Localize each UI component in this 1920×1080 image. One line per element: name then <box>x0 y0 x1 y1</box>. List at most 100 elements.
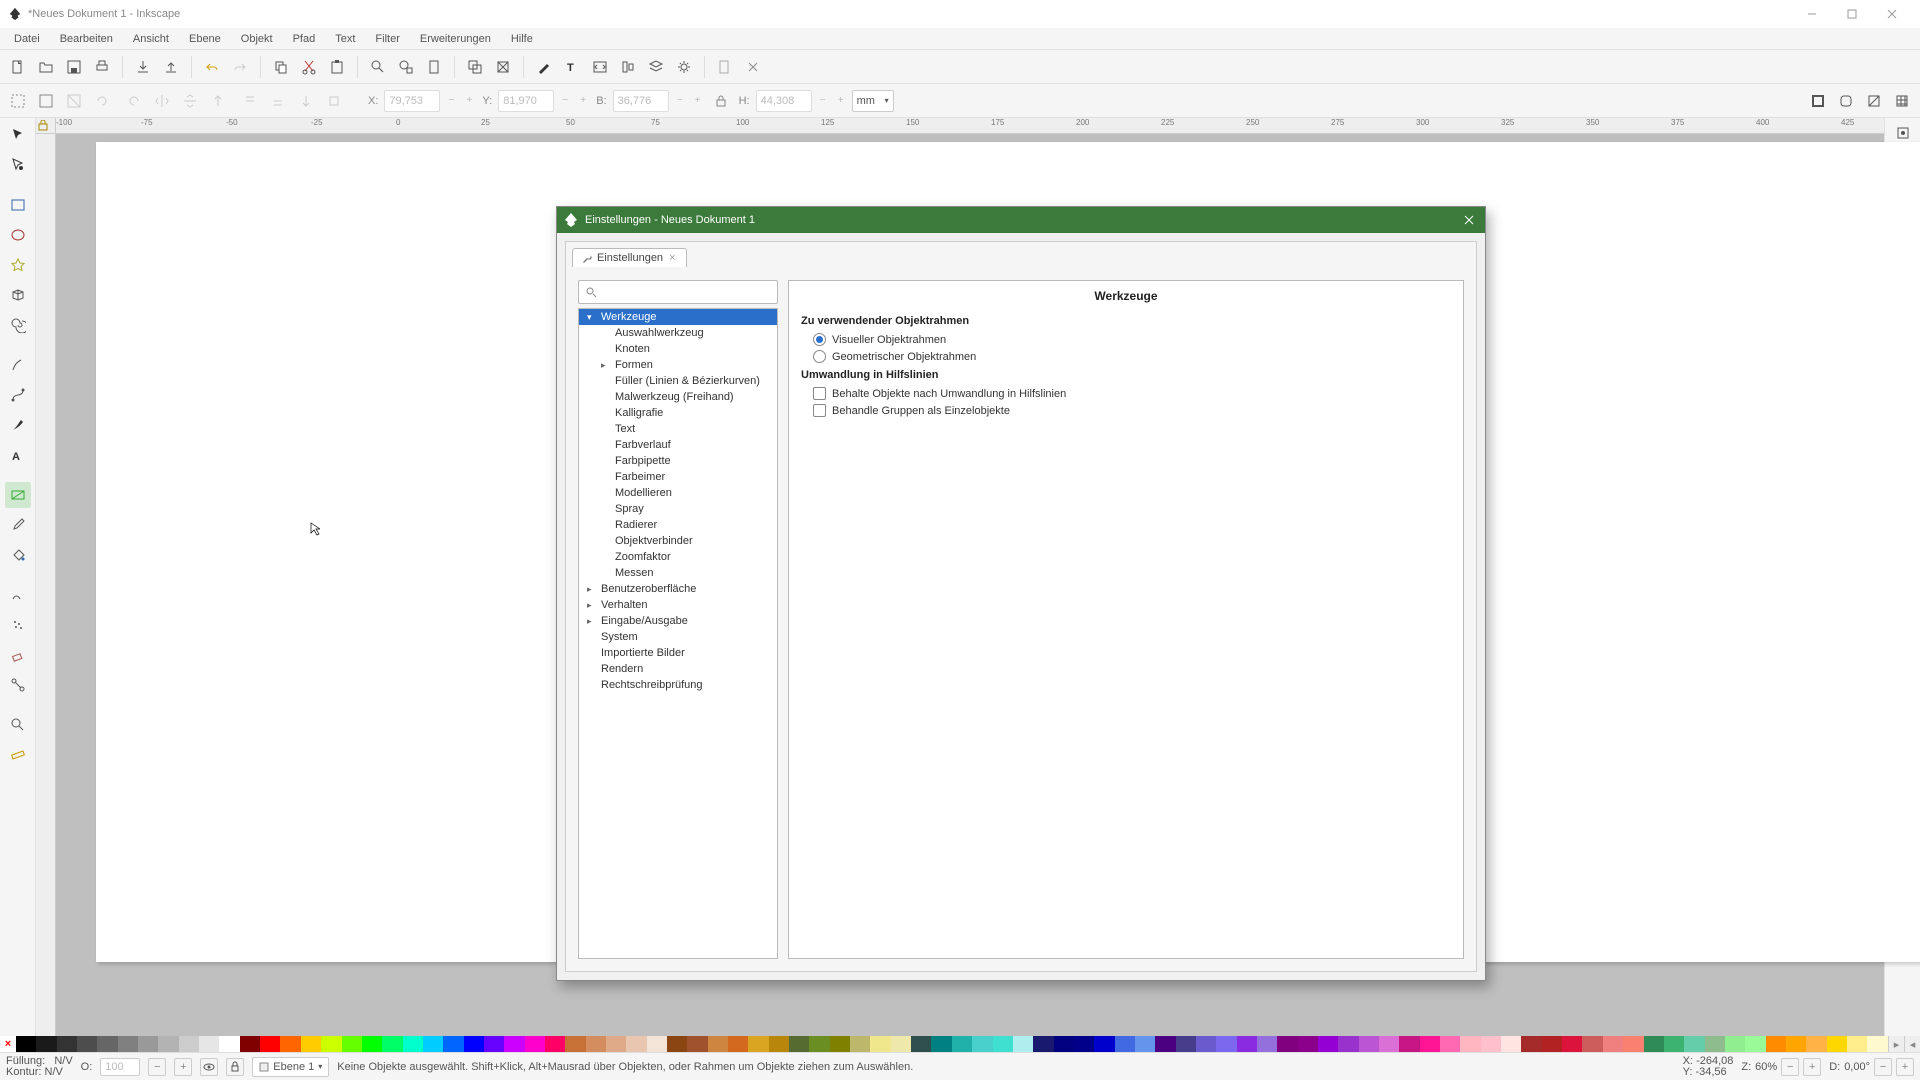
tree-messen[interactable]: Messen <box>579 565 777 581</box>
text-button[interactable]: T <box>560 55 584 79</box>
x-inc[interactable]: + <box>462 90 476 112</box>
palette-swatch[interactable] <box>891 1036 911 1052</box>
visibility-button[interactable] <box>200 1058 218 1076</box>
palette-swatch[interactable] <box>1094 1036 1114 1052</box>
vertical-ruler[interactable] <box>36 134 56 1036</box>
palette-swatch[interactable] <box>769 1036 789 1052</box>
doc-props-button[interactable] <box>713 55 737 79</box>
menu-objekt[interactable]: Objekt <box>231 31 283 47</box>
palette-swatch[interactable] <box>1277 1036 1297 1052</box>
palette-swatch[interactable] <box>972 1036 992 1052</box>
zoom-page-button[interactable] <box>422 55 446 79</box>
palette-swatch[interactable] <box>1705 1036 1725 1052</box>
calligraphy-tool[interactable] <box>5 412 31 438</box>
palette-swatch[interactable] <box>342 1036 362 1052</box>
palette-swatch[interactable] <box>1847 1036 1867 1052</box>
palette-swatch[interactable] <box>1257 1036 1277 1052</box>
y-dec[interactable]: − <box>558 90 572 112</box>
option-behalte[interactable]: Behalte Objekte nach Umwandlung in Hilfs… <box>801 385 1451 402</box>
tree-modellieren[interactable]: Modellieren <box>579 485 777 501</box>
dialog-tab-einstellungen[interactable]: Einstellungen × <box>572 248 687 267</box>
palette-swatch[interactable] <box>993 1036 1013 1052</box>
tree-fueller[interactable]: Füller (Linien & Bézierkurven) <box>579 373 777 389</box>
palette-swatch[interactable] <box>1135 1036 1155 1052</box>
palette-menu-button[interactable]: ◂ <box>1904 1036 1920 1052</box>
check-behalte[interactable] <box>813 387 826 400</box>
bezier-tool[interactable] <box>5 382 31 408</box>
star-tool[interactable] <box>5 252 31 278</box>
node-tool[interactable] <box>5 152 31 178</box>
palette-swatch[interactable] <box>484 1036 504 1052</box>
palette-swatch[interactable] <box>301 1036 321 1052</box>
palette-swatch[interactable] <box>1867 1036 1887 1052</box>
palette-swatch[interactable] <box>504 1036 524 1052</box>
palette-swatch[interactable] <box>1298 1036 1318 1052</box>
palette-swatch[interactable] <box>647 1036 667 1052</box>
palette-swatch[interactable] <box>606 1036 626 1052</box>
x-dec[interactable]: − <box>444 90 458 112</box>
palette-swatch[interactable] <box>565 1036 585 1052</box>
layer-select[interactable]: Ebene 1 ▾ <box>252 1057 329 1077</box>
zoom-in-button[interactable]: + <box>1803 1058 1821 1076</box>
bucket-tool[interactable] <box>5 542 31 568</box>
duplicate-button[interactable] <box>463 55 487 79</box>
snap-enable-button[interactable] <box>1890 122 1916 144</box>
palette-swatch[interactable] <box>464 1036 484 1052</box>
palette-swatch[interactable] <box>1216 1036 1236 1052</box>
lock-ratio-button[interactable] <box>709 89 733 113</box>
tree-rendern[interactable]: Rendern <box>579 661 777 677</box>
h-input[interactable]: 44,308 <box>756 90 812 112</box>
palette-swatch[interactable] <box>1115 1036 1135 1052</box>
prefs-button[interactable] <box>672 55 696 79</box>
tree-verhalten[interactable]: Verhalten <box>579 597 777 613</box>
tree-malwerkzeug[interactable]: Malwerkzeug (Freihand) <box>579 389 777 405</box>
redo-button[interactable] <box>228 55 252 79</box>
menu-pfad[interactable]: Pfad <box>283 31 326 47</box>
lock-layer-button[interactable] <box>226 1058 244 1076</box>
maximize-button[interactable] <box>1832 3 1872 25</box>
palette-swatch[interactable] <box>626 1036 646 1052</box>
option-visueller[interactable]: Visueller Objektrahmen <box>801 331 1451 348</box>
tree-system[interactable]: System <box>579 629 777 645</box>
palette-swatch[interactable] <box>708 1036 728 1052</box>
palette-swatch[interactable] <box>586 1036 606 1052</box>
palette-swatch[interactable] <box>1542 1036 1562 1052</box>
palette-swatch[interactable] <box>77 1036 97 1052</box>
3dbox-tool[interactable] <box>5 282 31 308</box>
zoom-out-button[interactable]: − <box>1781 1058 1799 1076</box>
palette-swatch[interactable] <box>525 1036 545 1052</box>
ruler-corner[interactable] <box>36 118 56 134</box>
palette-swatch[interactable] <box>809 1036 829 1052</box>
raise-button[interactable] <box>238 89 262 113</box>
cut-button[interactable] <box>297 55 321 79</box>
rotate-inc-button[interactable]: + <box>1896 1058 1914 1076</box>
palette-swatch[interactable] <box>830 1036 850 1052</box>
palette-swatch[interactable] <box>57 1036 77 1052</box>
palette-swatch[interactable] <box>545 1036 565 1052</box>
tree-benutzer[interactable]: Benutzeroberfläche <box>579 581 777 597</box>
palette-swatch[interactable] <box>1420 1036 1440 1052</box>
palette-swatch[interactable] <box>1725 1036 1745 1052</box>
palette-none-swatch[interactable]: × <box>0 1036 16 1052</box>
palette-swatch[interactable] <box>1318 1036 1338 1052</box>
option-gruppen[interactable]: Behandle Gruppen als Einzelobjekte <box>801 402 1451 419</box>
tree-auswahl[interactable]: Auswahlwerkzeug <box>579 325 777 341</box>
palette-swatch[interactable] <box>240 1036 260 1052</box>
palette-swatch[interactable] <box>158 1036 178 1052</box>
palette-swatch[interactable] <box>1399 1036 1419 1052</box>
menu-hilfe[interactable]: Hilfe <box>501 31 543 47</box>
fill-stroke-indicator[interactable]: Füllung: N/V Kontur: N/V <box>6 1056 73 1078</box>
palette-swatch[interactable] <box>687 1036 707 1052</box>
palette-swatch[interactable] <box>1582 1036 1602 1052</box>
minimize-button[interactable] <box>1792 3 1832 25</box>
palette-swatch[interactable] <box>789 1036 809 1052</box>
paste-button[interactable] <box>325 55 349 79</box>
new-file-button[interactable] <box>6 55 30 79</box>
measure-tool[interactable] <box>5 742 31 768</box>
eraser-tool[interactable] <box>5 642 31 668</box>
tree-farbpipette[interactable]: Farbpipette <box>579 453 777 469</box>
export-button[interactable] <box>159 55 183 79</box>
preferences-tree[interactable]: Werkzeuge Auswahlwerkzeug Knoten ▸Formen… <box>578 308 778 959</box>
palette-swatch[interactable] <box>1074 1036 1094 1052</box>
align-button[interactable] <box>616 55 640 79</box>
